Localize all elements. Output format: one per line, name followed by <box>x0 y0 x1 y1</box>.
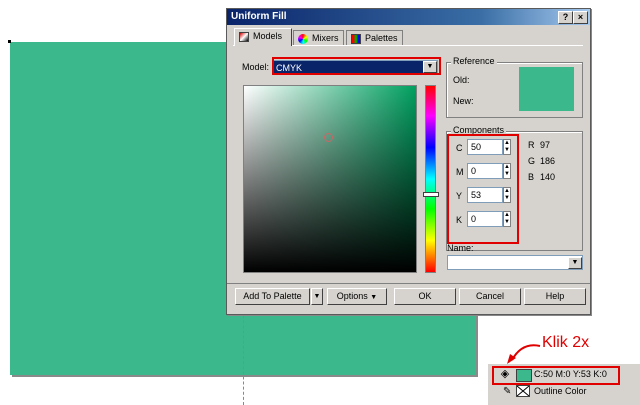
button-row-separator <box>227 283 590 284</box>
tab-palettes[interactable]: Palettes <box>346 30 403 45</box>
add-to-palette-dropdown[interactable]: ▼ <box>311 288 323 305</box>
green-value: 186 <box>540 156 556 166</box>
models-icon <box>239 32 249 42</box>
red-label: R <box>528 140 535 150</box>
outline-color-swatch[interactable] <box>516 385 530 397</box>
tab-palettes-label: Palettes <box>365 33 398 43</box>
components-highlight-box <box>447 134 519 244</box>
no-color-icon <box>517 386 529 396</box>
dialog-titlebar[interactable]: Uniform Fill ? × <box>227 9 590 25</box>
tab-models-label: Models <box>253 31 283 41</box>
chevron-down-icon: ▼ <box>571 259 579 266</box>
reference-color-swatch <box>519 67 574 111</box>
add-to-palette-button[interactable]: Add To Palette <box>235 288 310 305</box>
new-label: New: <box>453 96 474 106</box>
uniform-fill-dialog: Uniform Fill ? × Models Mixers Palettes … <box>226 8 591 315</box>
hue-slider-handle[interactable] <box>423 192 439 197</box>
tab-mixers[interactable]: Mixers <box>293 30 344 45</box>
tab-mixers-label: Mixers <box>312 33 339 43</box>
ok-button[interactable]: OK <box>394 288 456 305</box>
chevron-down-icon: ▼ <box>313 293 321 300</box>
selection-corner-marker <box>8 40 11 43</box>
add-to-palette-label: Add To Palette <box>243 291 302 301</box>
red-value: 97 <box>540 140 551 150</box>
pen-icon[interactable]: ✎ <box>503 386 511 397</box>
old-label: Old: <box>453 75 470 85</box>
model-label: Model: <box>242 62 270 72</box>
green-label: G <box>528 156 536 166</box>
reference-title: Reference <box>451 56 497 66</box>
picker-cursor[interactable] <box>324 133 333 142</box>
hue-slider[interactable] <box>425 85 436 273</box>
blue-value: 140 <box>540 172 556 182</box>
name-dropdown-button[interactable]: ▼ <box>568 257 582 269</box>
options-button[interactable]: Options ▼ <box>327 288 387 305</box>
help-button[interactable]: Help <box>524 288 586 305</box>
model-highlight-box <box>272 57 441 75</box>
title-close-button[interactable]: × <box>573 11 588 24</box>
palettes-icon <box>351 34 361 44</box>
annotation-text: Klik 2x <box>542 334 590 351</box>
options-label: Options <box>336 291 368 301</box>
mixers-icon <box>298 34 308 44</box>
chevron-down-icon: ▼ <box>370 294 378 301</box>
name-combobox[interactable] <box>447 255 583 270</box>
title-help-button[interactable]: ? <box>558 11 573 24</box>
dialog-title: Uniform Fill <box>231 11 287 22</box>
name-label: Name: <box>447 243 474 253</box>
vertical-guideline[interactable] <box>243 310 244 405</box>
cancel-button[interactable]: Cancel <box>459 288 521 305</box>
tab-models[interactable]: Models <box>234 28 292 46</box>
color-picker-area[interactable] <box>243 85 417 273</box>
fill-highlight-box <box>492 366 620 385</box>
outline-color-text[interactable]: Outline Color <box>534 386 587 396</box>
blue-label: B <box>528 172 535 182</box>
